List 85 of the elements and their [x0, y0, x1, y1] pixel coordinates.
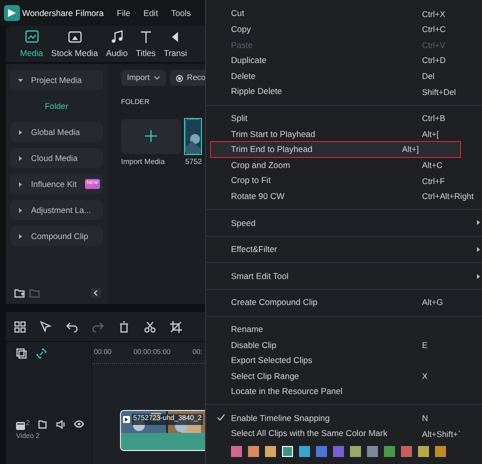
import-dropdown[interactable]: Import: [121, 70, 166, 86]
record-button[interactable]: Reco: [170, 70, 205, 86]
color-swatch[interactable]: [231, 446, 242, 457]
menu-item[interactable]: Select Clip Range X: [211, 368, 480, 384]
menu-item[interactable]: Crop to Fit Ctrl+F: [211, 172, 480, 189]
layout-icon[interactable]: [14, 320, 26, 332]
toolbar-tab[interactable]: Audio: [102, 26, 132, 62]
sidebar-item[interactable]: Global Media: [10, 122, 103, 142]
submenu-arrow-icon: [477, 220, 480, 226]
checkmark-icon: [217, 414, 225, 422]
toolbar-tab[interactable]: Media: [16, 26, 48, 62]
image-icon: [24, 28, 40, 45]
color-swatch[interactable]: [418, 446, 429, 457]
menu-item[interactable]: Trim End to Playhead Alt+]: [211, 142, 460, 158]
caret-right-icon: [18, 182, 23, 186]
pointer-icon[interactable]: [40, 320, 52, 332]
menu-item[interactable]: Disable Clip E: [211, 337, 480, 353]
menu-item[interactable]: Delete Del: [211, 68, 480, 84]
caret-right-icon: [18, 208, 23, 212]
scissors-icon[interactable]: [144, 320, 156, 332]
speaker-icon[interactable]: [56, 420, 66, 429]
menu-item[interactable]: File: [116, 6, 130, 20]
toolbar-tab[interactable]: Titles: [132, 26, 160, 62]
menu-item[interactable]: Select All Clips with the Same Color Mark Alt+Shift+`: [211, 426, 480, 442]
crop-icon[interactable]: [170, 320, 182, 332]
arrow-icon: [172, 32, 178, 42]
menu-item[interactable]: Rename: [211, 322, 480, 338]
undo-icon[interactable]: [66, 320, 78, 332]
submenu-arrow-icon: [477, 274, 480, 279]
menu-item[interactable]: Trim Start to Playhead Alt+[: [211, 126, 480, 142]
app-logo: [4, 5, 20, 21]
menu-item[interactable]: Copy Ctrl+C: [211, 22, 480, 38]
video-track-icon: [16, 420, 26, 430]
color-swatch[interactable]: [299, 446, 310, 457]
sidebar-item[interactable]: Cloud Media: [10, 148, 103, 168]
toolbar-tab[interactable]: Transi: [160, 26, 191, 62]
color-swatch[interactable]: [248, 446, 259, 457]
menu-item[interactable]: Enable Timeline Snapping N: [211, 410, 480, 426]
color-swatch[interactable]: [435, 446, 446, 457]
menu-item[interactable]: Crop and Zoom Alt+C: [211, 157, 480, 173]
color-swatch[interactable]: [401, 446, 412, 457]
menu-item[interactable]: Create Compound Clip Alt+G: [211, 294, 480, 310]
music-note-icon: [108, 28, 125, 45]
app-title: Wondershare Filmora: [22, 6, 104, 20]
record-icon: [176, 74, 183, 82]
caret-right-icon: [18, 130, 23, 134]
menu-item[interactable]: Cut Ctrl+X: [211, 6, 480, 22]
menu-item[interactable]: Export Selected Clips: [211, 352, 480, 368]
caret-right-icon: [18, 156, 23, 160]
color-swatch[interactable]: [350, 446, 361, 457]
menu-item[interactable]: Smart Edit Tool: [211, 268, 480, 284]
menu-item[interactable]: Speed: [211, 215, 480, 231]
color-swatch[interactable]: [384, 446, 395, 457]
redo-icon[interactable]: [92, 320, 104, 332]
add-folder-icon[interactable]: [14, 288, 25, 298]
color-swatch[interactable]: [367, 446, 378, 457]
trash-icon[interactable]: [118, 320, 130, 332]
toolbar-tab[interactable]: Stock Media: [47, 26, 102, 62]
caret-right-icon: [18, 234, 23, 238]
collapse-icon[interactable]: [91, 288, 101, 298]
menu-item[interactable]: Locate in the Resource Panel: [211, 384, 480, 400]
eye-icon[interactable]: [74, 420, 84, 428]
stock-media-icon: [66, 28, 83, 45]
menu-item[interactable]: Rotate 90 CW Ctrl+Alt+Right: [211, 188, 480, 204]
caret-down-icon: [154, 76, 160, 80]
menu-item[interactable]: Effect&Filter: [211, 242, 480, 258]
menu-item[interactable]: Tools: [171, 6, 191, 20]
menu-item[interactable]: Ripple Delete Shift+Del: [211, 84, 480, 100]
folder-lock-icon[interactable]: [38, 420, 48, 429]
color-swatch[interactable]: [316, 446, 327, 457]
menu-item[interactable]: Duplicate Ctrl+D: [211, 52, 480, 68]
color-swatch[interactable]: [333, 446, 344, 457]
link-icon[interactable]: [36, 348, 46, 359]
menu-item[interactable]: Split Ctrl+B: [211, 110, 480, 126]
caret-down-icon: [18, 78, 23, 82]
color-swatch[interactable]: [265, 446, 276, 457]
sidebar-item[interactable]: Adjustment La...: [10, 200, 103, 220]
menu-item[interactable]: Edit: [143, 6, 158, 20]
plus-icon: [145, 130, 157, 142]
color-swatch[interactable]: [282, 446, 293, 457]
sidebar-subitem[interactable]: Folder: [10, 96, 103, 116]
sidebar-item[interactable]: Project Media: [10, 70, 103, 90]
add-track-icon[interactable]: [16, 348, 27, 359]
submenu-arrow-icon: [477, 247, 480, 252]
sidebar-item[interactable]: Compound Clip: [10, 226, 103, 246]
